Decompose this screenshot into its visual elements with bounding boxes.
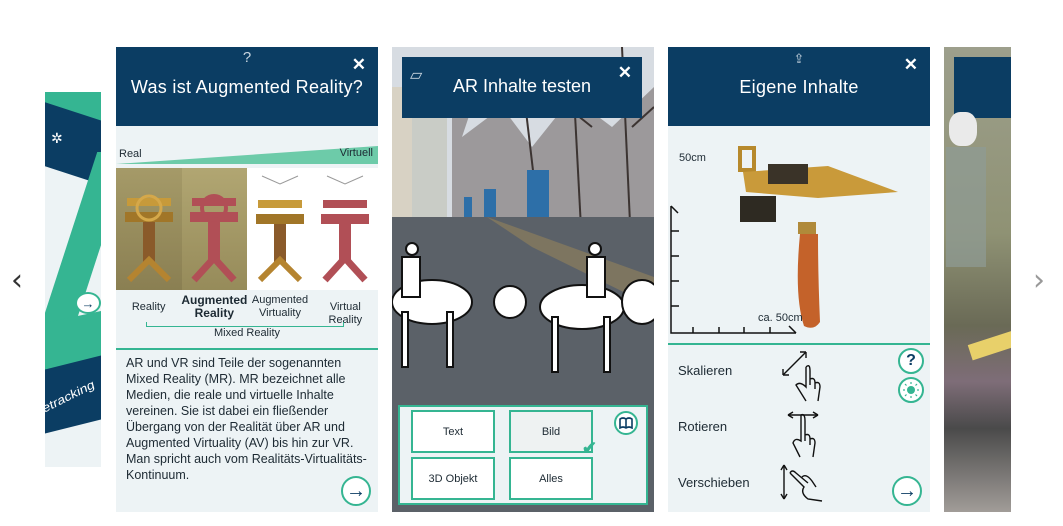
- label-line: Augmented: [251, 294, 309, 306]
- slide-header: ⏥ AR Inhalte testen ✕: [402, 57, 642, 118]
- arrow-right-icon: →: [346, 479, 366, 502]
- chevron-right-icon: ›: [1033, 262, 1045, 298]
- image-reality: [116, 168, 182, 290]
- arrow-right-icon: →: [897, 479, 917, 502]
- drag-move-gesture-icon: [780, 464, 823, 502]
- filter-text-button[interactable]: Text: [411, 410, 495, 453]
- slide-header: ⇪ Eigene Inhalte ✕: [668, 47, 930, 126]
- model-with-scale: [670, 146, 898, 334]
- question-icon: ?: [906, 352, 916, 369]
- instrument-overlay: [321, 175, 370, 283]
- help-button[interactable]: ?: [898, 348, 924, 374]
- slide-header: [954, 57, 1011, 118]
- carousel-next-button[interactable]: ›: [1027, 262, 1051, 298]
- help-icon[interactable]: ?: [116, 49, 378, 66]
- instrument-photo: [124, 194, 173, 283]
- slide-own-content: ⇪ Eigene Inhalte ✕ 50cm ca. 50cm Skalier…: [668, 47, 930, 512]
- axis-vertical-label: 50cm: [679, 152, 706, 164]
- slide-what-is-ar: ? Was ist Augmented Reality? ✕ Real Virt…: [116, 47, 378, 512]
- filter-label: 3D Objekt: [428, 472, 478, 485]
- filter-all-button[interactable]: Alles: [509, 457, 593, 500]
- portrait-image: [949, 112, 977, 146]
- slide-title: Eigene Inhalte: [739, 77, 859, 97]
- slide-title: AR Inhalte testen: [452, 76, 592, 96]
- filter-3d-object-button[interactable]: 3D Objekt: [411, 457, 495, 500]
- slide-museum-partial[interactable]: [944, 47, 1011, 512]
- arrow-right-icon: →: [81, 295, 95, 311]
- tracking-target-icon: ✲: [51, 130, 63, 146]
- 3d-model-preview[interactable]: 50cm ca. 50cm: [668, 126, 930, 341]
- close-button[interactable]: ✕: [904, 55, 918, 75]
- slide-title: Was ist Augmented Reality?: [130, 77, 364, 97]
- instrument-photo: [255, 175, 304, 283]
- divider: [668, 343, 930, 345]
- carousel-prev-button[interactable]: ‹: [5, 262, 29, 298]
- info-plaque: [946, 147, 986, 267]
- gesture-scale-label: Skalieren: [678, 363, 733, 378]
- rotate-gesture-icon: [787, 411, 819, 458]
- tracking-label: etracking: [45, 376, 96, 416]
- light-icon: [903, 382, 919, 398]
- checkmark-icon: ✔: [581, 438, 597, 458]
- filter-label: Alles: [539, 472, 563, 485]
- scale-label-real: Real: [119, 148, 142, 160]
- mixed-reality-label: Mixed Reality: [213, 327, 281, 339]
- image-augmented-virtuality: [247, 168, 313, 290]
- book-icon: [619, 417, 633, 429]
- chevron-left-icon: ‹: [11, 262, 23, 298]
- next-arrow-button[interactable]: →: [892, 476, 922, 506]
- pinch-scale-gesture-icon: [782, 351, 821, 402]
- axis-horizontal-label: ca. 50cm: [758, 312, 803, 324]
- filter-image-button[interactable]: Bild ✔: [509, 410, 597, 458]
- next-arrow-button[interactable]: →: [341, 476, 371, 506]
- filter-label: Bild: [541, 425, 561, 438]
- close-button[interactable]: ✕: [352, 55, 366, 75]
- scale-label-virtual: Virtuell: [339, 147, 373, 159]
- book-button[interactable]: [614, 411, 638, 435]
- slide-tracking-partial[interactable]: ✲ → etracking: [45, 92, 101, 467]
- content-filter-panel: Text Bild ✔ 3D Objekt Alles: [398, 405, 648, 505]
- close-button[interactable]: ✕: [618, 63, 632, 83]
- slide-header: ? Was ist Augmented Reality? ✕: [116, 47, 378, 126]
- slide-ar-test: ⏥ AR Inhalte testen ✕ Text Bild ✔ 3D Obj…: [392, 47, 654, 512]
- label-line: Augmented: [181, 293, 248, 307]
- image-virtual-reality: [312, 168, 378, 290]
- gesture-move-label: Verschieben: [678, 475, 750, 490]
- instrument-overlay: [190, 194, 239, 283]
- image-augmented-reality: [181, 168, 247, 290]
- explanation-text: AR und VR sind Teile der sogenannten Mix…: [126, 356, 367, 482]
- real-virtual-scale: Real Virtuell: [116, 142, 378, 164]
- gesture-rotate-label: Rotieren: [678, 419, 728, 434]
- filter-label: Text: [442, 425, 464, 438]
- reality-spectrum-images: [116, 168, 378, 290]
- light-button[interactable]: [898, 377, 924, 403]
- share-icon[interactable]: ⇪: [668, 51, 930, 67]
- label-line: Virtuality: [259, 307, 301, 319]
- label-line: Reality: [194, 306, 234, 320]
- ar-overlay-object: [967, 329, 1011, 361]
- divider: [116, 348, 378, 350]
